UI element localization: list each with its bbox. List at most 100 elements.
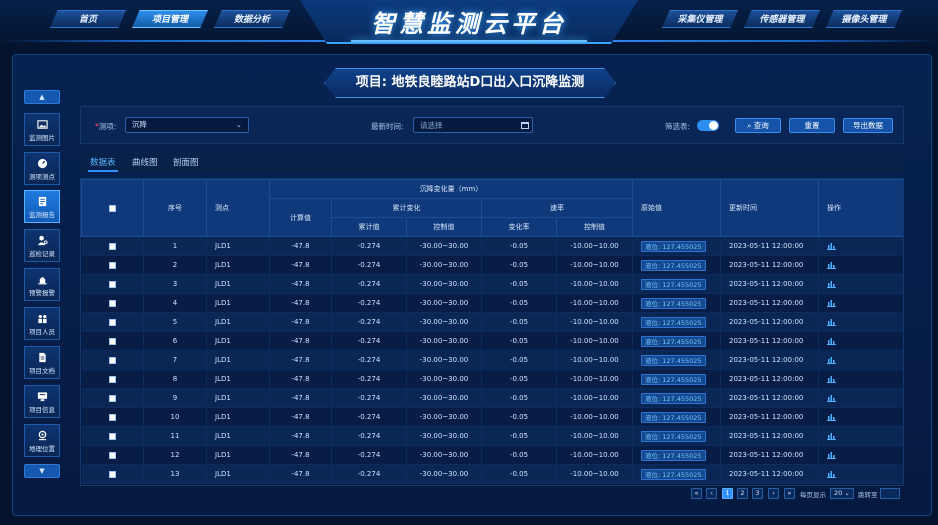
bar-chart-icon[interactable] [827, 432, 837, 440]
last-page-button[interactable]: » [784, 488, 795, 499]
item-select[interactable]: 沉降 [125, 117, 249, 133]
raw-value-tag[interactable]: 液位: 127.455025 [641, 468, 706, 480]
raw-value-tag[interactable]: 液位: 127.455025 [641, 240, 706, 252]
nav-camera-management[interactable]: 摄像头管理 [826, 10, 902, 28]
sidebar-item-warnings[interactable]: 预警报警 [24, 268, 60, 301]
sidebar-item-inspection-records[interactable]: 巡检记录 [24, 229, 60, 262]
screen-toggle[interactable] [697, 120, 719, 131]
table-row[interactable]: 13 JLD1 -47.8 -0.274 -30.00~30.00 -0.05 -10.00… [81, 464, 903, 484]
sidebar-scroll-up-button[interactable]: ▲ [24, 90, 60, 104]
bar-chart-icon[interactable] [827, 299, 837, 307]
row-checkbox[interactable] [108, 299, 116, 307]
table-row[interactable]: 6 JLD1 -47.8 -0.274 -30.00~30.00 -0.05 -10.00~… [81, 331, 903, 351]
first-page-button[interactable]: « [691, 488, 702, 499]
nav-collector-management[interactable]: 采集仪管理 [662, 10, 738, 28]
bar-chart-icon[interactable] [827, 451, 837, 459]
sidebar-item-project-people[interactable]: 项目人员 [24, 307, 60, 340]
tab-profile-chart[interactable]: 剖面图 [173, 156, 199, 168]
table-row[interactable]: 12 JLD1 -47.8 -0.274 -30.00~30.00 -0.05 -10.00… [81, 445, 903, 465]
export-button[interactable]: 导出数据 [843, 118, 893, 133]
row-checkbox[interactable] [108, 242, 116, 250]
sidebar-item-location[interactable]: 地理位置 [24, 424, 60, 457]
bar-chart-icon[interactable] [827, 261, 837, 269]
cell-cum-control: -30.00~30.00 [406, 464, 482, 484]
raw-value-tag[interactable]: 液位: 127.455025 [641, 373, 706, 385]
tab-curve-chart[interactable]: 曲线图 [132, 156, 158, 168]
sidebar-item-label: 项目文档 [29, 367, 55, 375]
row-checkbox[interactable] [108, 375, 116, 383]
sidebar-item-measure-points[interactable]: 测项测点 [24, 152, 60, 185]
raw-value-tag[interactable]: 液位: 127.455025 [641, 449, 706, 461]
sidebar-item-monitoring-images[interactable]: 监测图片 [24, 113, 60, 146]
project-title: 项目: 地铁良睦路站D口出入口沉降监测 [324, 68, 616, 98]
cell-updated-time: 2023-05-11 12:00:00 [720, 464, 820, 484]
row-checkbox[interactable] [108, 394, 116, 402]
table-row[interactable]: 1 JLD1 -47.8 -0.274 -30.00~30.00 -0.05 -10.00~… [81, 236, 903, 256]
row-checkbox[interactable] [108, 280, 116, 288]
table-row[interactable]: 4 JLD1 -47.8 -0.274 -30.00~30.00 -0.05 -10.00~… [81, 293, 903, 313]
nav-data-analysis[interactable]: 数据分析 [214, 10, 290, 28]
bar-chart-icon[interactable] [827, 394, 837, 402]
page-button-3[interactable]: 3 [752, 488, 763, 499]
cell-cum-control: -30.00~30.00 [406, 312, 482, 332]
cell-raw: 液位: 127.455025 [632, 312, 722, 332]
table-row[interactable]: 7 JLD1 -47.8 -0.274 -30.00~30.00 -0.05 -10.00~… [81, 350, 903, 370]
row-checkbox[interactable] [108, 356, 116, 364]
raw-value-tag[interactable]: 液位: 127.455025 [641, 316, 706, 328]
row-checkbox[interactable] [108, 337, 116, 345]
page-button-2[interactable]: 2 [737, 488, 748, 499]
row-checkbox[interactable] [108, 413, 116, 421]
raw-value-tag[interactable]: 液位: 127.455025 [641, 335, 706, 347]
sidebar-scroll-down-button[interactable]: ▼ [24, 464, 60, 478]
goto-page-input[interactable] [880, 488, 900, 499]
table-row[interactable]: 5 JLD1 -47.8 -0.274 -30.00~30.00 -0.05 -10.00~… [81, 312, 903, 332]
raw-value-tag[interactable]: 液位: 127.455025 [641, 354, 706, 366]
row-checkbox[interactable] [108, 318, 116, 326]
reset-button[interactable]: 重置 [789, 118, 835, 133]
cell-action [818, 274, 903, 294]
table-row[interactable]: 10 JLD1 -47.8 -0.274 -30.00~30.00 -0.05 -10.00… [81, 407, 903, 427]
sidebar-item-project-info[interactable]: 项目信息 [24, 385, 60, 418]
table-row[interactable]: 8 JLD1 -47.8 -0.274 -30.00~30.00 -0.05 -10.00~… [81, 369, 903, 389]
page-size-select[interactable]: 20 ⌄ [830, 488, 854, 499]
raw-value-tag[interactable]: 液位: 127.455025 [641, 411, 706, 423]
nav-home[interactable]: 首页 [50, 10, 126, 28]
raw-value-tag[interactable]: 液位: 127.455025 [641, 430, 706, 442]
bar-chart-icon[interactable] [827, 356, 837, 364]
select-all-checkbox[interactable] [109, 204, 116, 212]
row-checkbox[interactable] [108, 261, 116, 269]
table-row[interactable]: 3 JLD1 -47.8 -0.274 -30.00~30.00 -0.05 -10.00~… [81, 274, 903, 294]
cell-action [818, 464, 903, 484]
bar-chart-icon[interactable] [827, 337, 837, 345]
table-row[interactable]: 9 JLD1 -47.8 -0.274 -30.00~30.00 -0.05 -10.00~… [81, 388, 903, 408]
page-button-1[interactable]: 1 [722, 488, 733, 499]
raw-value-tag[interactable]: 液位: 127.455025 [641, 259, 706, 271]
sidebar-item-project-documents[interactable]: 项目文档 [24, 346, 60, 379]
row-checkbox[interactable] [108, 470, 116, 478]
bar-chart-icon[interactable] [827, 242, 837, 250]
row-checkbox[interactable] [108, 432, 116, 440]
row-checkbox[interactable] [108, 451, 116, 459]
table-row[interactable]: 2 JLD1 -47.8 -0.274 -30.00~30.00 -0.05 -10.00~… [81, 255, 903, 275]
raw-value-tag[interactable]: 液位: 127.455025 [641, 297, 706, 309]
cell-calc: -47.8 [269, 369, 332, 389]
bar-chart-icon[interactable] [827, 280, 837, 288]
tab-data-table[interactable]: 数据表 [90, 156, 116, 168]
nav-project-management[interactable]: 项目管理 [132, 10, 208, 28]
row-select-cell [81, 274, 144, 294]
cell-rate-value: -0.05 [481, 331, 557, 351]
prev-page-button[interactable]: ‹ [706, 488, 717, 499]
bar-chart-icon[interactable] [827, 318, 837, 326]
raw-value-tag[interactable]: 液位: 127.455025 [641, 392, 706, 404]
time-picker-input[interactable] [413, 117, 533, 133]
bar-chart-icon[interactable] [827, 375, 837, 383]
next-page-button[interactable]: › [768, 488, 779, 499]
bar-chart-icon[interactable] [827, 470, 837, 478]
raw-value-tag[interactable]: 液位: 127.455025 [641, 278, 706, 290]
sidebar-item-monitoring-report[interactable]: 监测报告 [24, 190, 60, 223]
table-row[interactable]: 11 JLD1 -47.8 -0.274 -30.00~30.00 -0.05 -10.00… [81, 426, 903, 446]
cell-raw: 液位: 127.455025 [632, 331, 722, 351]
query-button[interactable]: ⌕ 查询 [735, 118, 781, 133]
bar-chart-icon[interactable] [827, 413, 837, 421]
nav-sensor-management[interactable]: 传感器管理 [744, 10, 820, 28]
